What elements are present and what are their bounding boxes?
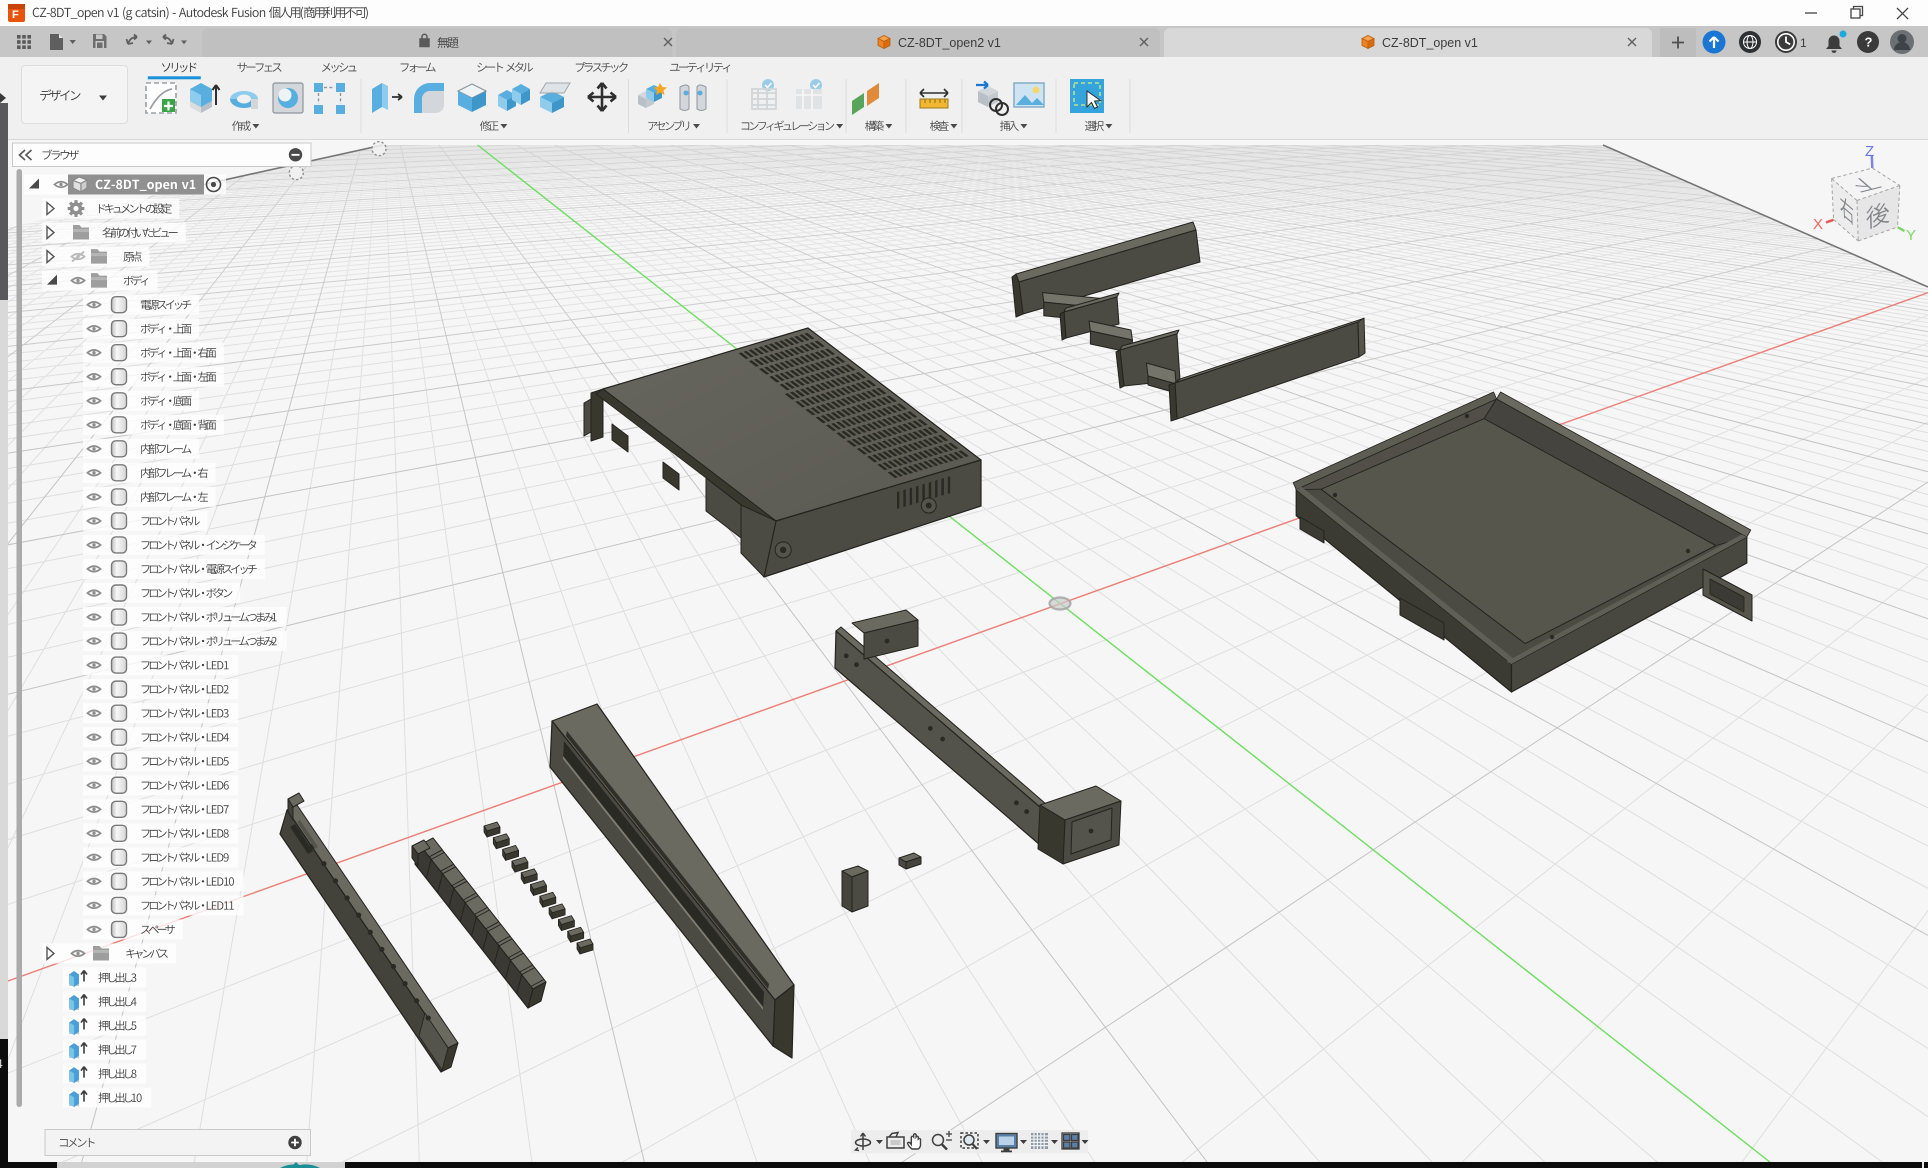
svg-text:X: X xyxy=(1813,216,1823,233)
svg-text:CZ-8DT_open v1: CZ-8DT_open v1 xyxy=(1382,36,1478,50)
svg-text:Y: Y xyxy=(1906,227,1916,244)
svg-text:1: 1 xyxy=(1800,36,1807,50)
svg-text:?: ? xyxy=(1865,35,1873,50)
svg-text:Z: Z xyxy=(1865,143,1874,160)
svg-text:CZ-8DT_open2 v1: CZ-8DT_open2 v1 xyxy=(898,36,1001,50)
svg-text:F: F xyxy=(12,9,19,21)
